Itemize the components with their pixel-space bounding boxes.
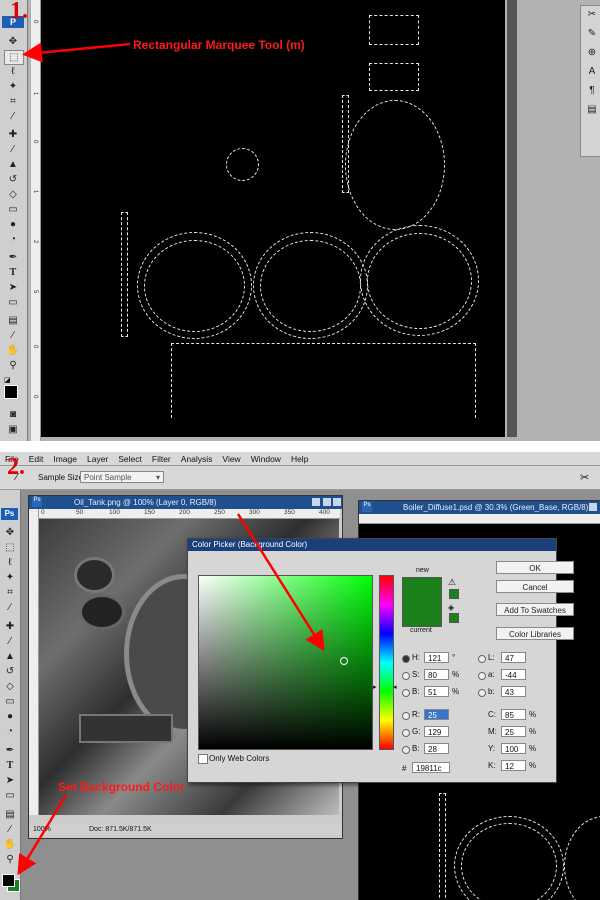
step1-screenshot: P ✥ ⬚ ℓ ✦ ⌗ ⁄ ✚ ⁄ ▲ ↺ ◇ ▭ ● ◔ ✒ T ➤ ▭ ▤ … <box>0 0 600 441</box>
foreground-color-swatch[interactable] <box>2 874 15 887</box>
step2-arrows <box>17 513 325 876</box>
step1-arrow <box>22 42 131 63</box>
